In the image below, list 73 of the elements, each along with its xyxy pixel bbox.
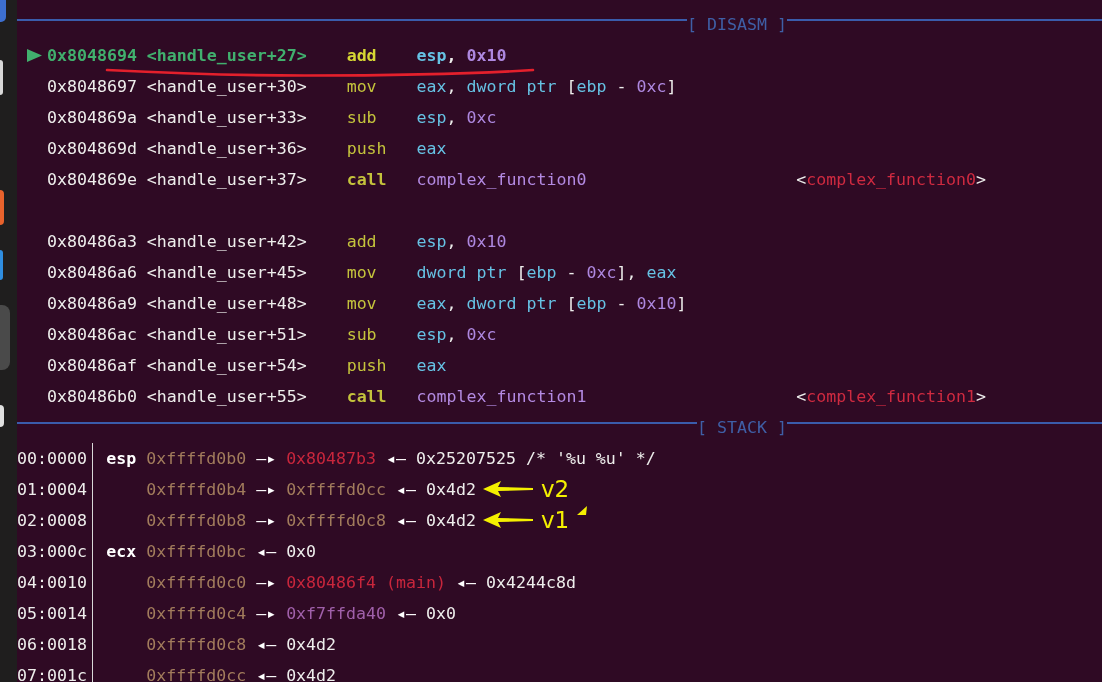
stack-offset: 04:0010 [17,571,87,594]
operands: dword ptr [ebp - 0xc], eax [416,261,677,284]
mnemonic: push [346,354,387,377]
register-label: ecx [106,540,137,563]
symbol-offset: <handle_user+42> [146,230,307,253]
stack-offset: 03:000c [17,540,87,563]
instruction-address: 0x80486af [46,354,137,377]
mnemonic: sub [346,323,377,346]
instruction-address: 0x804869a [46,106,137,129]
mnemonic: call [346,385,387,408]
call-target-comment: <complex_function1> [796,385,987,408]
instruction-address: 0x80486a3 [46,230,137,253]
instruction-address: 0x804869d [46,137,137,160]
operands: complex_function0 [416,168,587,191]
operands: esp, 0xc [416,323,497,346]
stack-offset: 02:0008 [17,509,87,532]
mnemonic: push [346,137,387,160]
operands: eax [416,137,447,160]
operands: eax, dword ptr [ebp - 0xc] [416,75,677,98]
symbol-offset: <handle_user+27> [146,44,307,67]
stack-offset: 05:0014 [17,602,87,625]
operands: eax [416,354,447,377]
mnemonic: call [346,168,387,191]
symbol-offset: <handle_user+36> [146,137,307,160]
symbol-offset: <handle_user+30> [146,75,307,98]
register-label: esp [106,447,137,470]
mnemonic: mov [346,292,377,315]
left-arrow-icon [482,511,533,529]
stack-offset: 07:001c [17,664,87,682]
symbol-offset: <handle_user+48> [146,292,307,315]
operands: esp, 0x10 [416,230,507,253]
dock-icon[interactable] [0,405,4,427]
call-target-comment: <complex_function0> [796,168,987,191]
annotation-label: v1 [540,507,570,533]
instruction-address: 0x80486a9 [46,292,137,315]
mnemonic: add [346,44,377,67]
mnemonic: mov [346,75,377,98]
symbol-offset: <handle_user+54> [146,354,307,377]
operands: esp, 0x10 [416,44,507,67]
annotation-label: v2 [540,476,570,502]
stack-offset: 06:0018 [17,633,87,656]
pointer-chain: 0xffffd0c8 ◂— 0x4d2 [146,633,337,656]
instruction-address: 0x80486b0 [46,385,137,408]
instruction-address: 0x804869e [46,168,137,191]
dock-icon[interactable] [0,0,6,22]
disasm-section-title: [ DISASM ] [687,13,787,36]
symbol-offset: <handle_user+33> [146,106,307,129]
operands: esp, 0xc [416,106,497,129]
left-arrow-icon [482,480,533,498]
symbol-offset: <handle_user+51> [146,323,307,346]
pointer-chain: 0xffffd0b0 —▸ 0x80487b3 ◂— 0x25207525 /* '%u %u' */ [146,447,656,470]
operands: complex_function1 [416,385,587,408]
mnemonic: add [346,230,377,253]
symbol-offset: <handle_user+45> [146,261,307,284]
pointer-chain: 0xffffd0bc ◂— 0x0 [146,540,317,563]
dock-icon[interactable] [0,190,4,225]
pointer-chain: 0xffffd0cc ◂— 0x4d2 [146,664,337,682]
pointer-chain: 0xffffd0c0 —▸ 0x80486f4 (main) ◂— 0x4244c8d [146,571,576,594]
instruction-address: 0x8048694 [46,44,137,67]
pointer-chain: 0xffffd0b8 —▸ 0xffffd0c8 ◂— 0x4d2 [146,509,476,532]
pointer-chain: 0xffffd0c4 —▸ 0xf7ffda40 ◂— 0x0 [146,602,456,625]
instruction-address: 0x8048697 [46,75,137,98]
symbol-offset: <handle_user+37> [146,168,307,191]
mnemonic: sub [346,106,377,129]
symbol-offset: <handle_user+55> [146,385,307,408]
instruction-address: 0x80486ac [46,323,137,346]
pointer-chain: 0xffffd0b4 —▸ 0xffffd0cc ◂— 0x4d2 [146,478,476,501]
stack-offset: 00:0000 [17,447,87,470]
stack-section-title: [ STACK ] [697,416,787,439]
mnemonic: mov [346,261,377,284]
stack-offset: 01:0004 [17,478,87,501]
instruction-address: 0x80486a6 [46,261,137,284]
operands: eax, dword ptr [ebp - 0x10] [416,292,687,315]
